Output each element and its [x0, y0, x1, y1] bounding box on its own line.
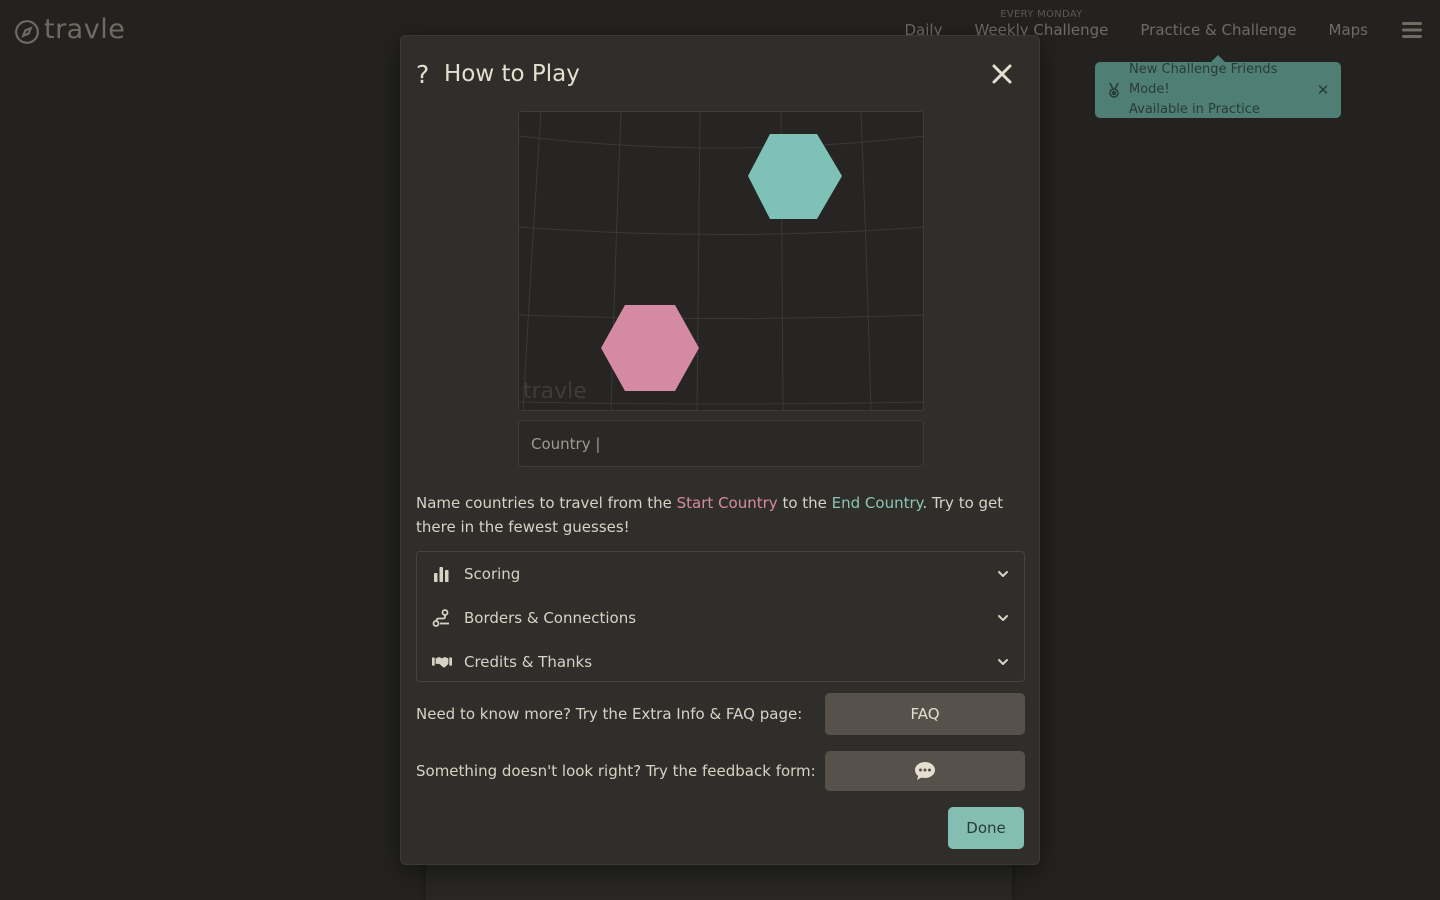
chevron-down-icon: [998, 615, 1008, 621]
modal-header: ? How to Play: [416, 58, 1024, 90]
example-map: travle: [518, 111, 924, 411]
faq-row: Need to know more? Try the Extra Info & …: [416, 693, 1025, 735]
chat-bubble-icon: [915, 762, 935, 780]
accordion-borders[interactable]: Borders & Connections: [417, 596, 1024, 640]
faq-prompt: Need to know more? Try the Extra Info & …: [416, 705, 803, 723]
feedback-button[interactable]: [825, 751, 1025, 791]
feedback-row: Something doesn't look right? Try the fe…: [416, 751, 1025, 791]
info-accordion: Scoring Borders & Connections Credits & …: [416, 551, 1025, 682]
accordion-borders-label: Borders & Connections: [464, 609, 637, 627]
toast-close-button[interactable]: ✕: [1315, 81, 1331, 99]
medal-icon: [1109, 82, 1119, 98]
feedback-prompt: Something doesn't look right? Try the fe…: [416, 762, 816, 780]
background-panel: [426, 862, 1012, 900]
hamburger-icon: [1402, 22, 1422, 38]
modal-close-button[interactable]: [988, 60, 1016, 88]
logo[interactable]: travle: [14, 14, 125, 45]
map-graphic: [519, 112, 923, 410]
intro-text-2: to the: [777, 494, 832, 512]
faq-button[interactable]: FAQ: [825, 693, 1025, 735]
end-country-label: End Country: [831, 494, 923, 512]
hamburger-menu-button[interactable]: [1384, 0, 1440, 60]
route-icon: [432, 609, 449, 627]
nav-maps-label: Maps: [1328, 21, 1368, 39]
compass-icon: [15, 19, 39, 44]
bar-chart-icon: [434, 567, 449, 582]
accordion-scoring[interactable]: Scoring: [417, 552, 1024, 596]
how-to-play-modal: ? How to Play travle Country | Name coun…: [400, 35, 1040, 865]
nav-maps[interactable]: Maps: [1313, 0, 1384, 60]
start-country-label: Start Country: [676, 494, 778, 512]
intro-text-1: Name countries to travel from the: [416, 494, 677, 512]
modal-title: How to Play: [444, 61, 580, 87]
nav-weekly-overline: EVERY MONDAY: [1000, 9, 1083, 20]
new-mode-toast: New Challenge Friends Mode! Available in…: [1095, 55, 1341, 120]
handshake-icon: [432, 657, 452, 668]
instructions-text: Name countries to travel from the Start …: [416, 491, 1026, 539]
end-country-hexagon: [748, 134, 842, 219]
nav-practice-label: Practice & Challenge: [1140, 21, 1297, 39]
logo-text: travle: [44, 14, 126, 45]
toast-message: New Challenge Friends Mode! Available in…: [1129, 60, 1315, 120]
accordion-credits-label: Credits & Thanks: [464, 653, 593, 671]
toast-line-1: New Challenge Friends Mode!: [1129, 62, 1278, 97]
chevron-down-icon: [998, 659, 1008, 665]
toast-line-2: Available in Practice: [1129, 102, 1260, 117]
done-button[interactable]: Done: [948, 807, 1024, 849]
map-watermark: travle: [523, 379, 587, 404]
chevron-down-icon: [998, 571, 1008, 577]
country-input[interactable]: [518, 420, 924, 467]
accordion-scoring-label: Scoring: [464, 565, 521, 583]
accordion-credits[interactable]: Credits & Thanks: [417, 640, 1024, 684]
question-icon: ?: [416, 59, 430, 89]
close-icon: [992, 64, 1012, 84]
nav-practice-challenge[interactable]: Practice & Challenge: [1124, 0, 1312, 60]
